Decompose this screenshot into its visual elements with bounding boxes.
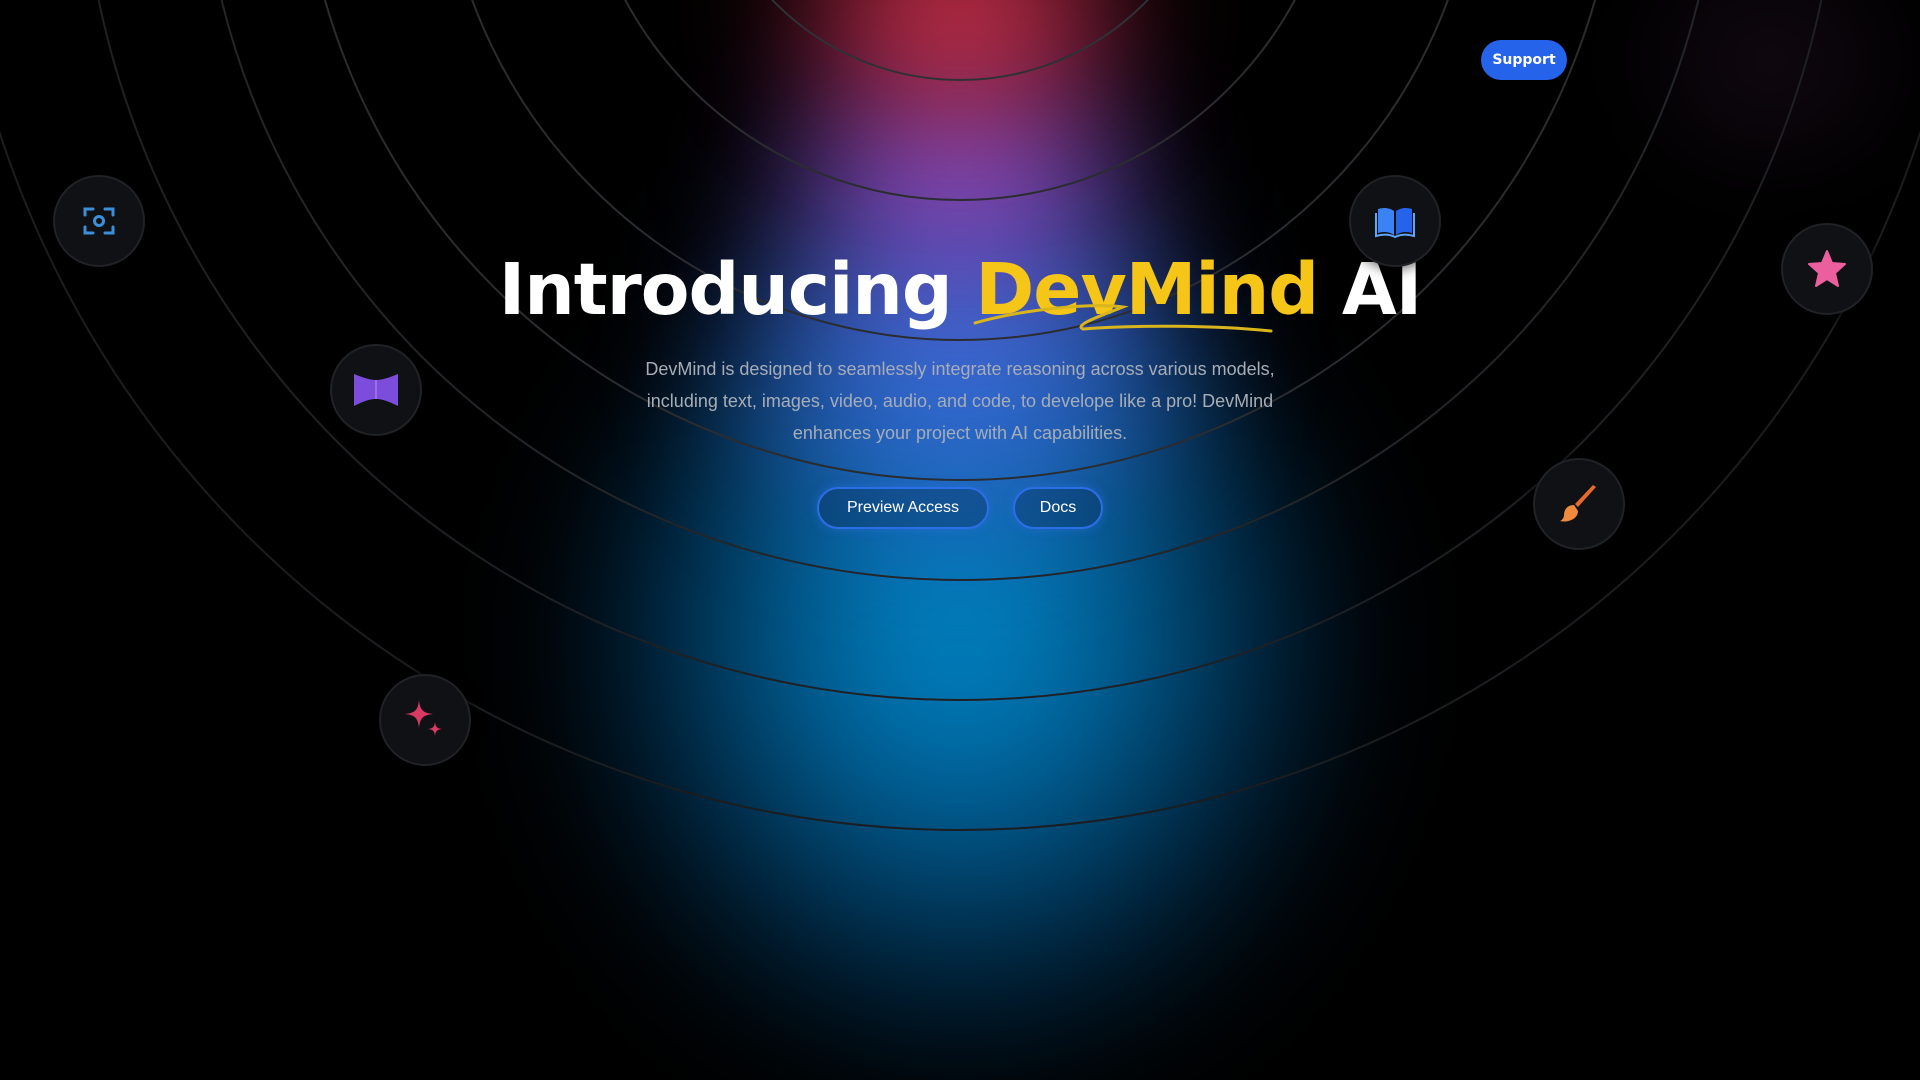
star-icon [1808, 250, 1846, 287]
hero-title: Introducing DevMind AI [460, 245, 1460, 335]
support-button[interactable]: Support [1481, 40, 1567, 80]
hero-section: Introducing DevMind AI DevMind is design… [460, 245, 1460, 529]
underline-scribble [973, 304, 1273, 333]
book-icon [1375, 207, 1415, 239]
paintbrush-node[interactable] [1533, 458, 1625, 550]
camera-focus-node[interactable] [53, 175, 145, 267]
orbit-ring [624, 0, 1296, 201]
ribbon-node[interactable] [330, 344, 422, 436]
sparkle-icon [405, 700, 442, 736]
hero-actions: Preview Access Docs [460, 487, 1460, 529]
camera-focus-icon [83, 207, 115, 235]
star-node[interactable] [1781, 223, 1873, 315]
book-node[interactable] [1349, 175, 1441, 267]
landing-page: Support Introducing DevMind AI DevMind i… [0, 0, 1920, 1080]
ribbon-icon [354, 374, 398, 406]
preview-access-button[interactable]: Preview Access [817, 487, 989, 529]
docs-button[interactable]: Docs [1013, 487, 1103, 529]
paintbrush-icon [1560, 485, 1596, 522]
orbit-ring [771, 0, 1149, 81]
sparkle-node[interactable] [379, 674, 471, 766]
hero-description: DevMind is designed to seamlessly integr… [645, 359, 1275, 443]
title-brand: DevMind [973, 245, 1319, 335]
orbit-rings [0, 0, 1920, 831]
title-prefix: Introducing [498, 248, 976, 331]
